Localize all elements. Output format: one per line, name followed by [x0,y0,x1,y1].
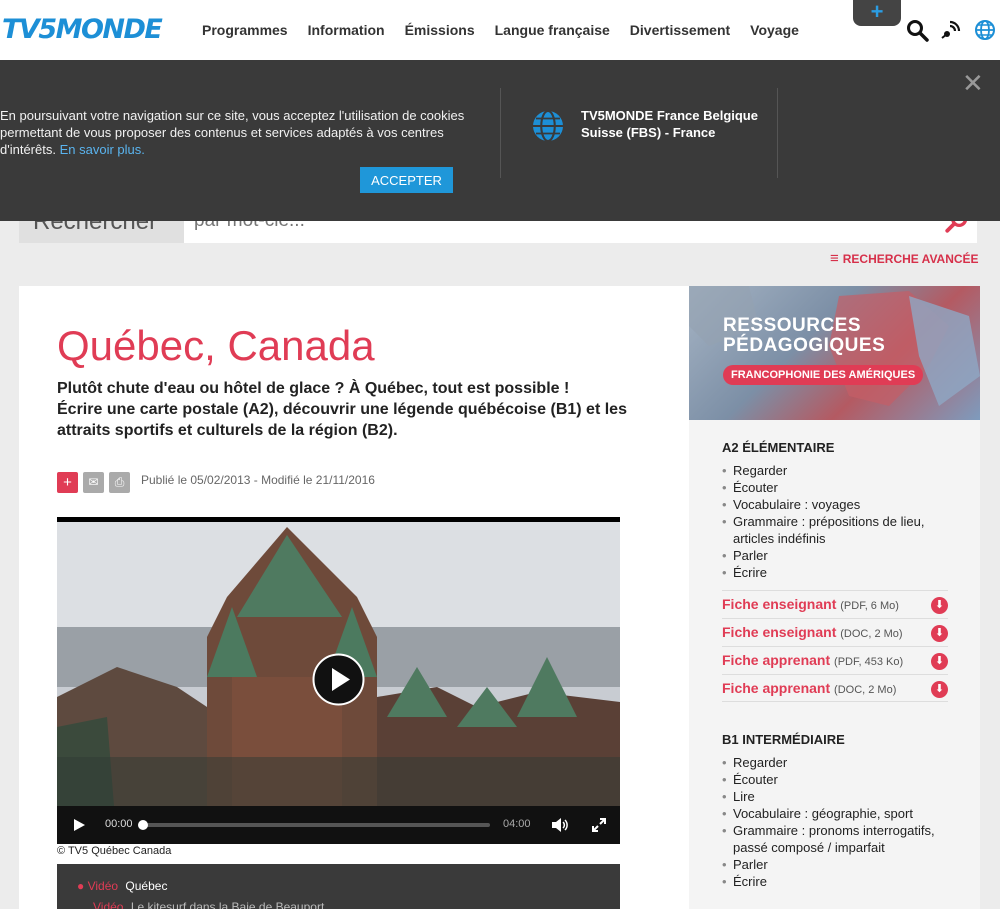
print-icon[interactable]: ⎙ [109,472,130,493]
video-credit: © TV5 Québec Canada [57,845,172,857]
resources-banner[interactable]: RESSOURCES PÉDAGOGIQUES FRANCOPHONIE DES… [689,286,980,420]
list-item: Parler [722,547,952,564]
list-item: Écrire [722,873,952,890]
nav-emissions[interactable]: Émissions [405,22,475,38]
accept-button[interactable]: ACCEPTER [360,167,453,193]
level-heading-b1: B1 INTERMÉDIAIRE [722,732,845,747]
nav-programmes[interactable]: Programmes [202,22,288,38]
globe-icon [533,109,563,143]
download-link[interactable]: Fiche apprenant (PDF, 453 Ko) ⬇ [722,646,948,674]
progress-handle[interactable] [138,820,148,830]
volume-icon[interactable] [551,817,569,833]
video-controls: 00:00 04:00 [57,806,620,844]
playlist-type: Vidéo [93,900,124,909]
advanced-search-link[interactable]: ≡ RECHERCHE AVANCÉE [830,250,979,267]
download-icon[interactable]: ⬇ [931,653,948,670]
list-item: Grammaire : prépositions de lieu, articl… [722,513,952,547]
article-intro: Plutôt chute d'eau ou hôtel de glace ? À… [57,378,637,441]
tv5monde-logo[interactable]: TV5MONDE [2,14,163,45]
learn-more-link[interactable]: En savoir plus. [60,142,145,157]
progress-track[interactable] [138,820,490,830]
playlist-type: Vidéo [87,879,119,893]
download-link[interactable]: Fiche apprenant (DOC, 2 Mo) ⬇ [722,674,948,702]
download-label: Fiche apprenant [722,652,831,668]
article-main: Québec, Canada Plutôt chute d'eau ou hôt… [19,286,689,909]
download-link[interactable]: Fiche enseignant (DOC, 2 Mo) ⬇ [722,618,948,646]
list-item: Parler [722,856,952,873]
search-icon[interactable] [905,18,929,42]
nav-information[interactable]: Information [308,22,385,38]
list-item: Lire [722,788,952,805]
publication-date: Publié le 05/02/2013 - Modifié le 21/11/… [141,473,375,487]
site-header: TV5MONDE Programmes Information Émission… [0,0,1000,60]
download-icon[interactable]: ⬇ [931,681,948,698]
advanced-search-label: RECHERCHE AVANCÉE [842,252,979,266]
download-meta: (DOC, 2 Mo) [834,684,897,696]
skills-list-b1: Regarder Écouter Lire Vocabulaire : géog… [722,754,952,890]
share-plus-icon[interactable]: + [57,472,78,493]
list-item: Écrire [722,564,952,581]
list-item: Vocabulaire : géographie, sport [722,805,952,822]
menu-lines-icon: ≡ [830,250,839,267]
download-meta: (PDF, 6 Mo) [840,600,899,612]
divider [500,88,501,178]
download-icon[interactable]: ⬇ [931,597,948,614]
download-label: Fiche enseignant [722,624,837,640]
skills-list-a2: Regarder Écouter Vocabulaire : voyages G… [722,462,952,581]
intro-line: Écrire une carte postale (A2), découvrir… [57,401,627,439]
bullet-icon: ● [77,879,88,893]
playlist-title: Québec [125,879,168,893]
cookie-banner: En poursuivant votre navigation sur ce s… [0,60,1000,221]
resources-title: RESSOURCES PÉDAGOGIQUES [723,316,885,356]
globe-icon[interactable] [973,18,997,42]
main-nav: Programmes Information Émissions Langue … [192,22,809,38]
list-item: Regarder [722,754,952,771]
list-item: Regarder [722,462,952,479]
intro-line: Plutôt chute d'eau ou hôtel de glace ? À… [57,380,570,397]
play-overlay-icon[interactable] [312,653,365,706]
list-item: Écouter [722,771,952,788]
video-playlist: ● Vidéo Québec Vidéo Le kitesurf dans la… [57,864,620,909]
resources-title-line: PÉDAGOGIQUES [723,335,886,356]
resources-title-line: RESSOURCES [723,315,862,336]
list-item: Écouter [722,479,952,496]
playlist-item[interactable]: ● Vidéo Québec [77,879,167,893]
play-icon[interactable] [71,817,87,833]
current-time: 00:00 [105,818,133,830]
download-meta: (PDF, 453 Ko) [834,656,904,668]
list-item: Grammaire : pronoms interrogatifs, passé… [722,822,952,856]
playlist-title: Le kitesurf dans la Baie de Beauport [130,900,325,909]
resources-tag[interactable]: FRANCOPHONIE DES AMÉRIQUES [723,365,924,385]
nav-divertissement[interactable]: Divertissement [630,22,730,38]
fullscreen-icon[interactable] [591,817,607,833]
level-heading-a2: A2 ÉLÉMENTAIRE [722,440,835,455]
playlist-item[interactable]: Vidéo Le kitesurf dans la Baie de Beaupo… [93,900,324,909]
plus-tab-button[interactable]: + [853,0,901,26]
duration: 04:00 [503,818,531,830]
download-label: Fiche apprenant [722,680,831,696]
cookie-message: En poursuivant votre navigation sur ce s… [0,107,470,158]
nav-langue-francaise[interactable]: Langue française [495,22,610,38]
country-selector[interactable]: TV5MONDE France Belgique Suisse (FBS) - … [581,107,761,141]
nav-voyage[interactable]: Voyage [750,22,799,38]
download-meta: (DOC, 2 Mo) [840,628,903,640]
live-broadcast-icon[interactable] [939,18,963,42]
video-player[interactable] [57,517,620,844]
close-icon[interactable]: ✕ [962,68,984,99]
divider [777,88,778,178]
list-item: Vocabulaire : voyages [722,496,952,513]
download-label: Fiche enseignant [722,596,837,612]
download-link[interactable]: Fiche enseignant (PDF, 6 Mo) ⬇ [722,590,948,618]
resources-sidebar: RESSOURCES PÉDAGOGIQUES FRANCOPHONIE DES… [689,286,980,909]
email-icon[interactable]: ✉ [83,472,104,493]
download-icon[interactable]: ⬇ [931,625,948,642]
page-title: Québec, Canada [57,322,375,369]
